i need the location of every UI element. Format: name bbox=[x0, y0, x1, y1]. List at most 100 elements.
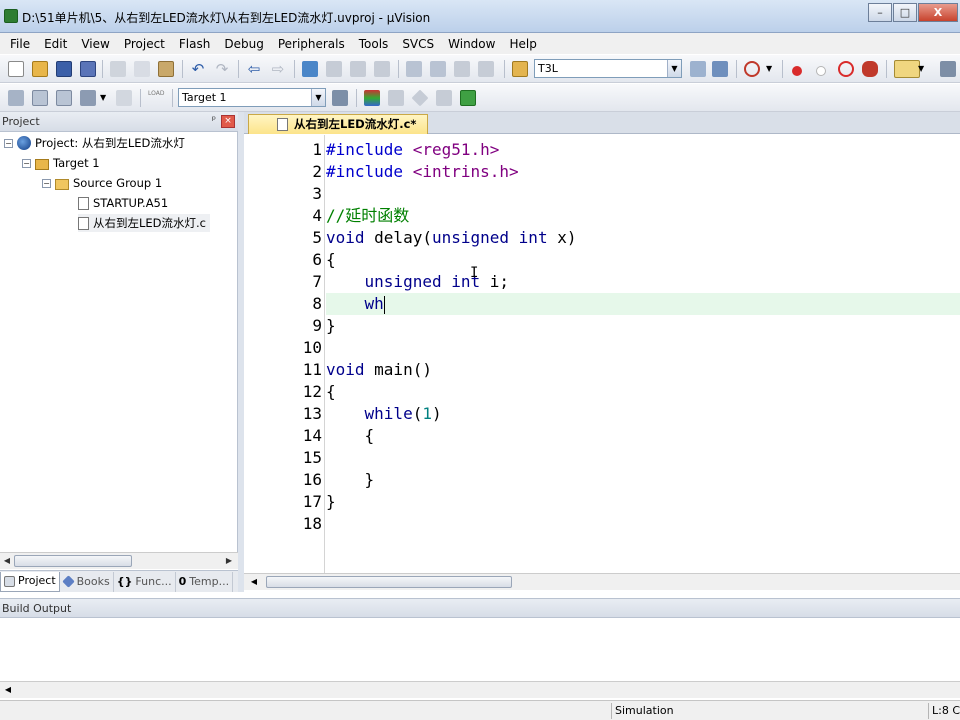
close-panel-button[interactable]: × bbox=[221, 115, 235, 128]
tree-node-source-group[interactable]: − Source Group 1 bbox=[42, 174, 162, 192]
file-extensions-icon[interactable] bbox=[388, 90, 404, 106]
build-icon[interactable] bbox=[32, 90, 48, 106]
save-all-icon[interactable] bbox=[80, 61, 96, 77]
open-folder-icon[interactable] bbox=[32, 61, 48, 77]
chevron-down-icon[interactable]: ▼ bbox=[766, 61, 782, 77]
enable-breakpoint-icon[interactable] bbox=[816, 66, 826, 76]
editor-horizontal-scrollbar[interactable]: ◀ bbox=[244, 573, 960, 590]
menu-edit[interactable]: Edit bbox=[37, 37, 74, 51]
disable-breakpoints-icon[interactable] bbox=[838, 61, 854, 77]
project-horizontal-scrollbar[interactable]: ◀ ▶ bbox=[0, 552, 238, 569]
tree-node-project[interactable]: − Project: 从右到左LED流水灯 bbox=[4, 134, 185, 152]
line-number: 11 bbox=[302, 360, 322, 379]
bookmark-icon[interactable] bbox=[302, 61, 318, 77]
close-window-button[interactable]: X bbox=[918, 3, 958, 22]
line-number: 1 bbox=[312, 140, 322, 159]
next-bookmark-icon[interactable] bbox=[350, 61, 366, 77]
code-editor[interactable]: 1 2 3 4 5 6 7 8 9 10 11 12 13 14 15 16 1… bbox=[244, 135, 960, 573]
menu-help[interactable]: Help bbox=[502, 37, 543, 51]
find-combo-value: T3L bbox=[538, 62, 558, 75]
save-icon[interactable] bbox=[56, 61, 72, 77]
folder-icon bbox=[55, 178, 69, 190]
chevron-down-icon[interactable]: ▼ bbox=[918, 61, 934, 77]
line-number: 15 bbox=[302, 448, 322, 467]
kill-breakpoints-icon[interactable] bbox=[862, 61, 878, 77]
undo-icon[interactable]: ↶ bbox=[190, 61, 206, 77]
redo-icon[interactable]: ↷ bbox=[214, 61, 230, 77]
code-area[interactable]: #include <reg51.h> #include <intrins.h> … bbox=[326, 135, 960, 573]
code-line: } bbox=[326, 316, 336, 335]
incremental-find-icon[interactable] bbox=[712, 61, 728, 77]
debug-session-icon[interactable] bbox=[744, 61, 760, 77]
menu-view[interactable]: View bbox=[74, 37, 116, 51]
build-output-header: Build Output bbox=[0, 598, 960, 618]
run-time-environment-icon[interactable] bbox=[460, 90, 476, 106]
stop-build-icon[interactable] bbox=[116, 90, 132, 106]
menu-window[interactable]: Window bbox=[441, 37, 502, 51]
pin-icon[interactable]: ᵖ bbox=[212, 115, 216, 126]
tab-project[interactable]: Project bbox=[0, 571, 60, 592]
uncomment-icon[interactable] bbox=[478, 61, 494, 77]
menu-flash[interactable]: Flash bbox=[172, 37, 217, 51]
editor-tab-active[interactable]: 从右到左LED流水灯.c* bbox=[248, 114, 428, 134]
tab-books[interactable]: Books bbox=[60, 571, 114, 592]
scroll-left-icon[interactable]: ◀ bbox=[2, 684, 14, 696]
scroll-right-icon[interactable]: ▶ bbox=[223, 555, 235, 567]
scrollbar-thumb[interactable] bbox=[266, 576, 512, 588]
maximize-button[interactable]: □ bbox=[893, 3, 917, 22]
chevron-down-icon[interactable]: ▼ bbox=[100, 90, 116, 106]
collapse-icon[interactable]: − bbox=[22, 158, 31, 168]
menu-peripherals[interactable]: Peripherals bbox=[271, 37, 352, 51]
collapse-icon[interactable]: − bbox=[42, 178, 51, 188]
select-software-packs-icon[interactable] bbox=[436, 90, 452, 106]
pack-installer-icon[interactable] bbox=[411, 89, 429, 107]
code-line: } bbox=[326, 492, 336, 511]
new-file-icon[interactable] bbox=[8, 61, 24, 77]
tree-node-c-file[interactable]: 从右到左LED流水灯.c bbox=[78, 214, 211, 232]
build-output-scrollbar[interactable]: ◀ bbox=[0, 681, 960, 698]
code-line: { bbox=[326, 382, 336, 401]
configure-wrench-icon[interactable] bbox=[940, 61, 956, 77]
tab-functions[interactable]: {} Func... bbox=[114, 571, 176, 592]
chevron-down-icon[interactable]: ▼ bbox=[667, 60, 681, 77]
scroll-left-icon[interactable]: ◀ bbox=[1, 555, 13, 567]
menu-svcs[interactable]: SVCS bbox=[395, 37, 441, 51]
clear-bookmarks-icon[interactable] bbox=[374, 61, 390, 77]
manage-components-icon[interactable] bbox=[364, 90, 380, 106]
cut-icon[interactable] bbox=[110, 61, 126, 77]
tree-node-startup-file[interactable]: STARTUP.A51 bbox=[78, 194, 168, 212]
menu-debug[interactable]: Debug bbox=[217, 37, 270, 51]
menu-file[interactable]: File bbox=[3, 37, 37, 51]
tree-node-target[interactable]: − Target 1 bbox=[22, 154, 100, 172]
rebuild-icon[interactable] bbox=[56, 90, 72, 106]
window-layout-icon[interactable] bbox=[894, 60, 920, 78]
paste-icon[interactable] bbox=[158, 61, 174, 77]
copy-icon[interactable] bbox=[134, 61, 150, 77]
target-select[interactable]: Target 1 ▼ bbox=[178, 88, 326, 107]
chevron-down-icon[interactable]: ▼ bbox=[311, 89, 325, 106]
menu-project[interactable]: Project bbox=[117, 37, 172, 51]
navigate-back-icon[interactable]: ⇦ bbox=[246, 61, 262, 77]
insert-breakpoint-icon[interactable] bbox=[792, 66, 802, 76]
scroll-left-icon[interactable]: ◀ bbox=[248, 576, 260, 588]
load-download-icon[interactable]: LOAD bbox=[148, 90, 164, 106]
editor-tab-label: 从右到左LED流水灯.c* bbox=[294, 117, 417, 131]
find-in-files-icon[interactable] bbox=[512, 61, 528, 77]
prev-bookmark-icon[interactable] bbox=[326, 61, 342, 77]
find-combo[interactable]: T3L ▼ bbox=[534, 59, 682, 78]
minimize-button[interactable]: – bbox=[868, 3, 892, 22]
menu-tools[interactable]: Tools bbox=[352, 37, 396, 51]
translate-icon[interactable] bbox=[8, 90, 24, 106]
unindent-icon[interactable] bbox=[430, 61, 446, 77]
build-output-pane[interactable] bbox=[0, 619, 960, 681]
find-icon[interactable] bbox=[690, 61, 706, 77]
target-options-icon[interactable] bbox=[332, 90, 348, 106]
batch-build-icon[interactable] bbox=[80, 90, 96, 106]
navigate-forward-icon[interactable]: ⇨ bbox=[270, 61, 286, 77]
indent-icon[interactable] bbox=[406, 61, 422, 77]
collapse-icon[interactable]: − bbox=[4, 138, 13, 148]
comment-icon[interactable] bbox=[454, 61, 470, 77]
tab-templates[interactable]: 0 Temp... bbox=[176, 571, 234, 592]
scrollbar-thumb[interactable] bbox=[14, 555, 132, 567]
tree-node-label: STARTUP.A51 bbox=[93, 196, 169, 210]
